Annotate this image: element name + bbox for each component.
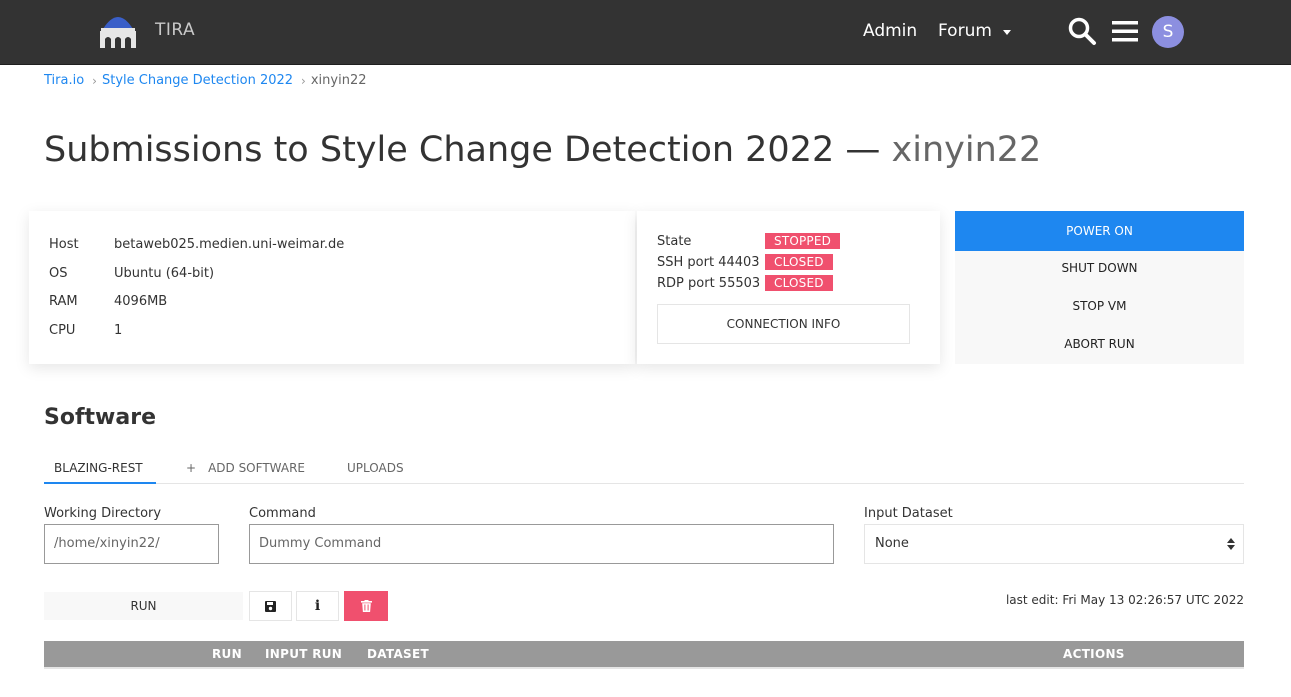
software-section-title: Software xyxy=(44,405,156,430)
breadcrumb-current: xinyin22 xyxy=(310,73,367,88)
top-navbar: TIRA Admin Forum S xyxy=(0,0,1291,65)
ssh-port-key: SSH port 44403 xyxy=(657,254,760,270)
trash-icon xyxy=(360,600,372,612)
page-title: Submissions to Style Change Detection 20… xyxy=(44,130,1041,170)
logo-icon[interactable] xyxy=(97,11,139,49)
breadcrumb-task[interactable]: Style Change Detection 2022 xyxy=(102,73,293,88)
status-badge: CLOSED xyxy=(765,254,833,270)
column-run[interactable]: RUN xyxy=(212,647,242,661)
vm-ram-row: RAM 4096MB xyxy=(49,294,167,309)
vm-cpu-row: CPU 1 xyxy=(49,323,122,338)
shut-down-button[interactable]: SHUT DOWN xyxy=(955,261,1244,275)
page-title-user: xinyin22 xyxy=(891,130,1042,170)
vm-cpu-value: 1 xyxy=(114,323,123,338)
column-actions[interactable]: ACTIONS xyxy=(1063,647,1125,661)
abort-run-button[interactable]: ABORT RUN xyxy=(955,337,1244,351)
stop-vm-button[interactable]: STOP VM xyxy=(955,299,1244,313)
vm-cpu-key: CPU xyxy=(49,323,76,338)
tab-blazing-rest[interactable]: BLAZING-REST xyxy=(54,461,143,475)
delete-button[interactable] xyxy=(344,591,388,621)
menu-icon[interactable] xyxy=(1112,19,1138,43)
vm-os-row: OS Ubuntu (64-bit) xyxy=(49,266,214,281)
run-button[interactable]: RUN xyxy=(44,592,243,620)
vm-actions: POWER ON SHUT DOWN STOP VM ABORT RUN xyxy=(955,211,1244,364)
vm-host-row: Host betaweb025.medien.uni-weimar.de xyxy=(49,237,344,252)
user-avatar[interactable]: S xyxy=(1152,16,1184,48)
connection-info-button[interactable]: CONNECTION INFO xyxy=(657,304,910,344)
tab-add-software[interactable]: + ADD SOFTWARE xyxy=(186,461,305,475)
input-dataset-select[interactable]: None xyxy=(864,524,1244,564)
active-tab-indicator xyxy=(44,482,156,484)
save-icon xyxy=(265,600,276,612)
command-label: Command xyxy=(249,506,316,521)
vm-info-card: Host betaweb025.medien.uni-weimar.de OS Ub… xyxy=(29,211,635,364)
rdp-port-key: RDP port 55503 xyxy=(657,275,761,291)
column-input-run[interactable]: INPUT RUN xyxy=(265,647,342,661)
caret-down-icon[interactable] xyxy=(1003,30,1011,35)
plus-icon: + xyxy=(186,461,197,475)
vm-os-value: Ubuntu (64-bit) xyxy=(114,266,215,281)
working-directory-label: Working Directory xyxy=(44,506,162,521)
last-edit-timestamp: last edit: Fri May 13 02:26:57 UTC 2022 xyxy=(1005,593,1244,607)
tab-add-software-label: ADD SOFTWARE xyxy=(208,461,305,475)
breadcrumb-separator: › xyxy=(301,73,306,88)
vm-state-key: State xyxy=(657,233,692,249)
input-dataset-value: None xyxy=(875,536,909,551)
brand-name[interactable]: TIRA xyxy=(155,20,195,40)
vm-host-value: betaweb025.medien.uni-weimar.de xyxy=(114,237,345,252)
breadcrumb-home[interactable]: Tira.io xyxy=(44,73,84,88)
rdp-port-row: RDP port 55503 CLOSED xyxy=(657,275,833,291)
working-directory-input[interactable]: /home/xinyin22/ xyxy=(44,524,219,564)
nav-admin-link[interactable]: Admin xyxy=(863,21,917,41)
column-dataset[interactable]: DATASET xyxy=(367,647,429,661)
info-icon: i xyxy=(314,598,321,614)
vm-state-row: State STOPPED xyxy=(657,233,841,249)
vm-state-card: State STOPPED SSH port 44403 CLOSED RDP po… xyxy=(637,211,940,364)
vm-host-key: Host xyxy=(49,237,79,252)
tab-uploads[interactable]: UPLOADS xyxy=(347,461,404,475)
nav-forum-dropdown[interactable]: Forum xyxy=(938,21,992,41)
power-on-button[interactable]: POWER ON xyxy=(955,211,1244,251)
input-dataset-label: Input Dataset xyxy=(864,506,953,521)
ssh-port-row: SSH port 44403 CLOSED xyxy=(657,254,833,270)
command-input[interactable]: Dummy Command xyxy=(249,524,834,564)
select-arrows-icon xyxy=(1227,538,1235,550)
search-icon[interactable] xyxy=(1067,16,1097,46)
breadcrumb-separator: › xyxy=(92,73,97,88)
status-badge: CLOSED xyxy=(765,275,833,291)
software-tabs: BLAZING-REST + ADD SOFTWARE UPLOADS xyxy=(44,455,1244,484)
status-badge: STOPPED xyxy=(765,233,841,249)
vm-ram-value: 4096MB xyxy=(114,294,168,309)
vm-ram-key: RAM xyxy=(49,294,78,309)
info-button[interactable]: i xyxy=(296,591,339,621)
breadcrumb: Tira.io › Style Change Detection 2022 › … xyxy=(44,73,367,88)
save-button[interactable] xyxy=(249,591,292,621)
runs-table-header: RUN INPUT RUN DATASET ACTIONS xyxy=(44,641,1244,669)
page-title-main: Submissions to Style Change Detection 20… xyxy=(44,130,881,170)
vm-os-key: OS xyxy=(49,266,68,281)
